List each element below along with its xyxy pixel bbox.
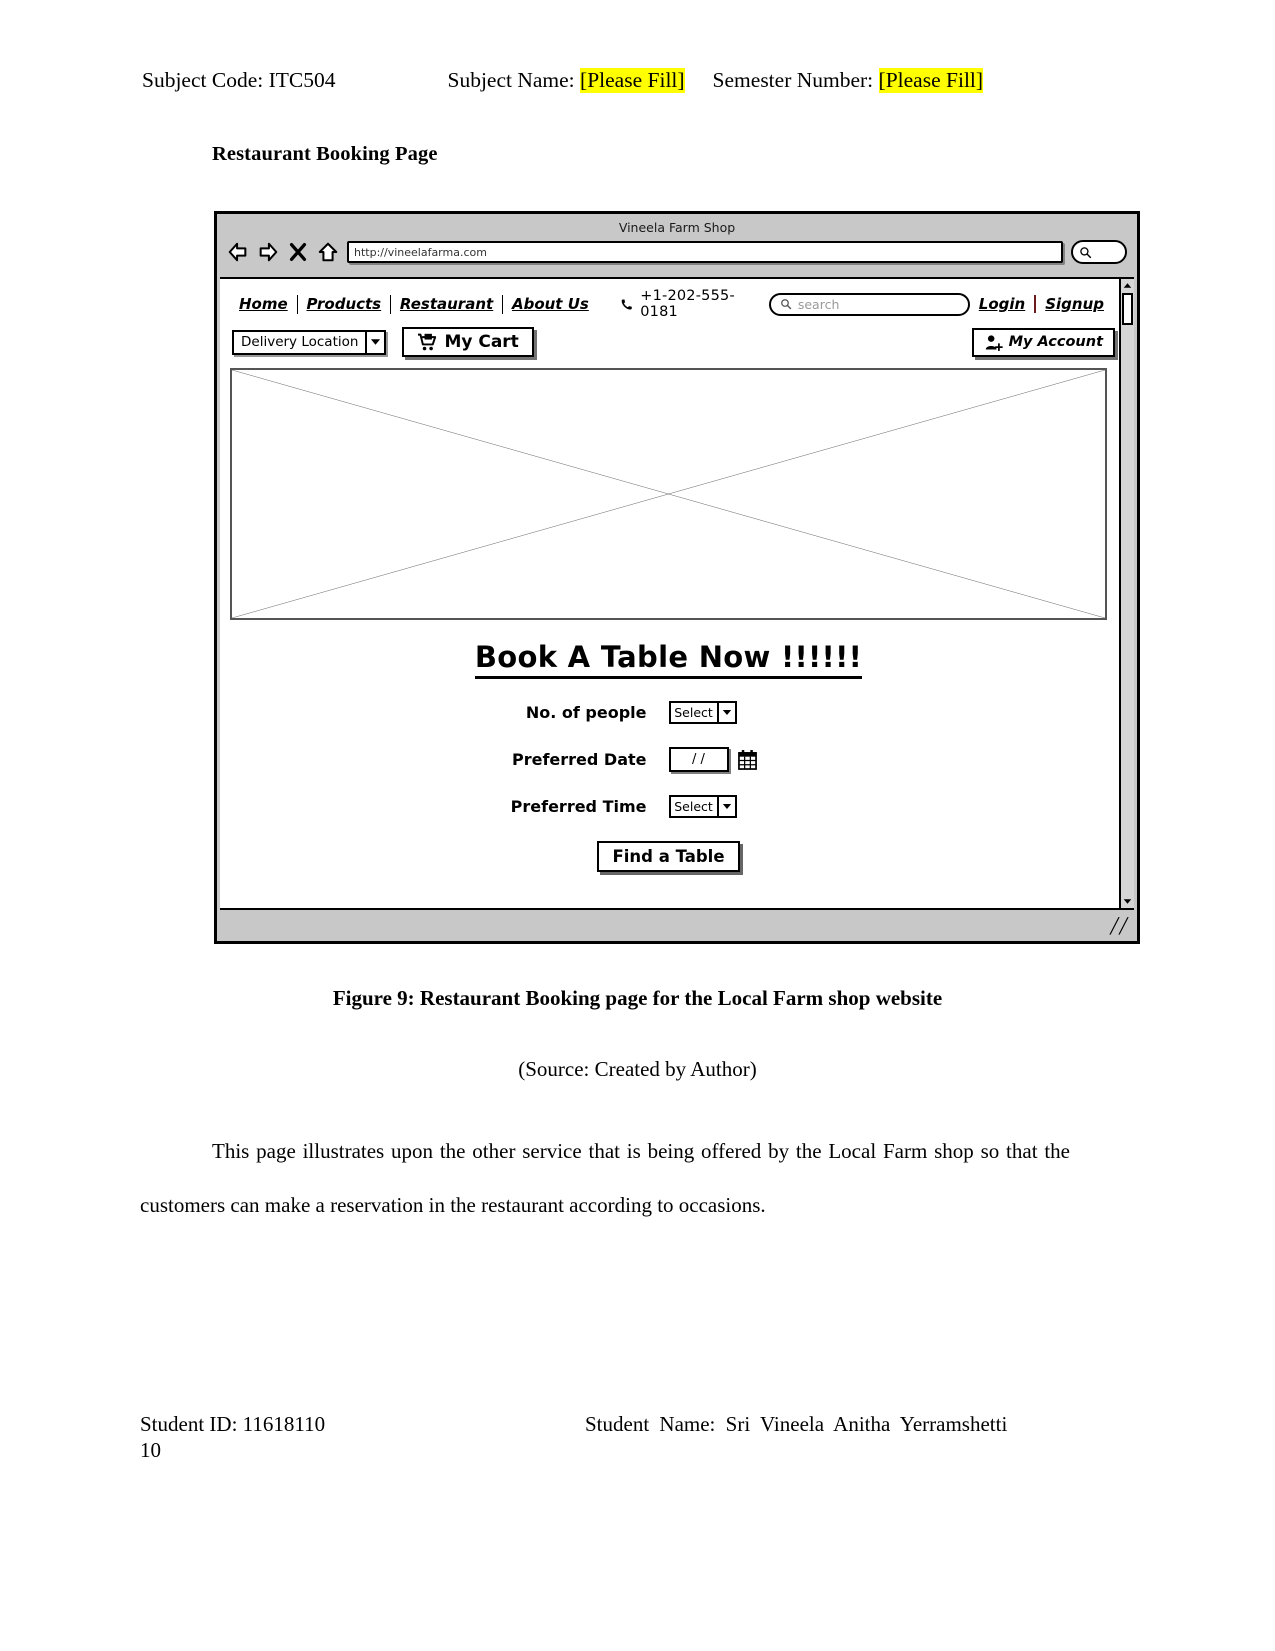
user-add-icon — [985, 334, 1003, 351]
login-link[interactable]: Login — [970, 295, 1034, 313]
my-account-label: My Account — [1008, 334, 1103, 350]
section-heading: Restaurant Booking Page — [212, 143, 438, 165]
page-number: 10 — [140, 1438, 161, 1462]
subject-name-value: [Please Fill] — [580, 68, 685, 93]
booking-form: No. of people Select Preferred Date / / — [220, 701, 1117, 872]
scroll-down-icon[interactable] — [1121, 895, 1134, 908]
preferred-time-label: Preferred Time — [510, 797, 647, 816]
phone-icon — [621, 298, 632, 310]
site-search-placeholder: search — [797, 296, 840, 312]
figure-caption: Figure 9: Restaurant Booking page for th… — [332, 986, 943, 1010]
preferred-time-select[interactable]: Select — [668, 795, 737, 818]
my-cart-button[interactable]: My Cart — [402, 327, 534, 357]
nav-item-products[interactable]: Products — [297, 295, 390, 313]
no-of-people-value: Select — [674, 705, 713, 720]
preferred-time-value: Select — [674, 799, 713, 814]
forward-arrow-icon[interactable] — [257, 241, 279, 263]
document-footer: Student ID: 11618110 Student Name: Sri V… — [140, 1412, 1070, 1437]
nav-item-about-us[interactable]: About Us — [503, 295, 598, 313]
auth-links: Login Signup — [970, 295, 1117, 313]
calendar-icon[interactable] — [737, 749, 757, 770]
scrollbar-thumb[interactable] — [1122, 293, 1133, 325]
url-input[interactable]: http://vineelafarma.com — [347, 241, 1063, 263]
find-a-table-button[interactable]: Find a Table — [597, 841, 740, 872]
subject-code: Subject Code: ITC504 — [142, 68, 336, 92]
form-row-date: Preferred Date / / — [220, 747, 1117, 772]
student-id: Student ID: 11618110 — [140, 1412, 326, 1436]
document-header: Subject Code: ITC504 Subject Name: [Plea… — [142, 68, 1135, 93]
subject-name-label: Subject Name: — [447, 68, 575, 92]
chevron-down-icon — [716, 703, 735, 722]
nav-item-restaurant[interactable]: Restaurant — [391, 295, 502, 313]
semester-number-label: Semester Number: — [712, 68, 874, 92]
preferred-date-input[interactable]: / / — [668, 747, 729, 772]
browser-chrome: Vineela Farm Shop http://vineelafarma.co… — [217, 214, 1137, 277]
figure-source: (Source: Created by Author) — [518, 1057, 757, 1081]
primary-nav: Home Products Restaurant About Us +1-202… — [220, 279, 1117, 320]
resize-grip-icon[interactable]: ╱╱ — [1110, 919, 1128, 934]
website-content: Home Products Restaurant About Us +1-202… — [220, 279, 1117, 908]
delivery-location-dropdown[interactable]: Delivery Location — [232, 329, 387, 355]
close-x-icon[interactable] — [287, 241, 309, 263]
secondary-nav: Delivery Location My Cart My Account — [220, 320, 1117, 357]
my-account-button[interactable]: My Account — [971, 327, 1115, 357]
no-of-people-select[interactable]: Select — [668, 701, 737, 724]
browser-search-box[interactable] — [1071, 240, 1127, 264]
home-icon[interactable] — [317, 241, 339, 263]
delivery-location-label: Delivery Location — [241, 334, 359, 350]
phone-number: +1-202-555-0181 — [640, 288, 735, 320]
form-row-time: Preferred Time Select — [220, 795, 1117, 818]
student-name: Student Name: Sri Vineela Anitha Yerrams… — [585, 1412, 1008, 1436]
chevron-down-icon — [365, 331, 384, 353]
body-paragraph: This page illustrates upon the other ser… — [140, 1139, 1070, 1217]
nav-item-home[interactable]: Home — [230, 295, 297, 313]
shopping-cart-icon — [418, 333, 437, 351]
site-search-input[interactable]: search — [768, 292, 970, 316]
signup-link[interactable]: Signup — [1036, 295, 1113, 313]
vertical-scrollbar[interactable] — [1119, 279, 1134, 908]
hero-image-placeholder — [230, 368, 1107, 620]
booking-heading-text: Book A Table Now !!!!!! — [474, 640, 863, 679]
no-of-people-label: No. of people — [525, 703, 647, 722]
browser-status-bar: ╱╱ — [220, 908, 1134, 938]
contact-phone: +1-202-555-0181 — [620, 288, 745, 320]
booking-heading: Book A Table Now !!!!!! — [220, 640, 1117, 679]
semester-number-value: [Please Fill] — [878, 68, 984, 93]
search-icon — [1080, 246, 1092, 258]
my-cart-label: My Cart — [444, 332, 519, 352]
browser-window-title: Vineela Farm Shop — [618, 220, 736, 235]
scroll-up-icon[interactable] — [1121, 279, 1134, 292]
placeholder-cross-icon — [232, 370, 1105, 618]
search-icon — [780, 299, 792, 310]
page-viewport: Home Products Restaurant About Us +1-202… — [220, 277, 1134, 908]
back-arrow-icon[interactable] — [227, 241, 249, 263]
preferred-date-label: Preferred Date — [511, 750, 647, 769]
form-row-people: No. of people Select — [220, 701, 1117, 724]
chevron-down-icon — [716, 797, 735, 816]
browser-window-mockup: Vineela Farm Shop http://vineelafarma.co… — [214, 211, 1140, 944]
